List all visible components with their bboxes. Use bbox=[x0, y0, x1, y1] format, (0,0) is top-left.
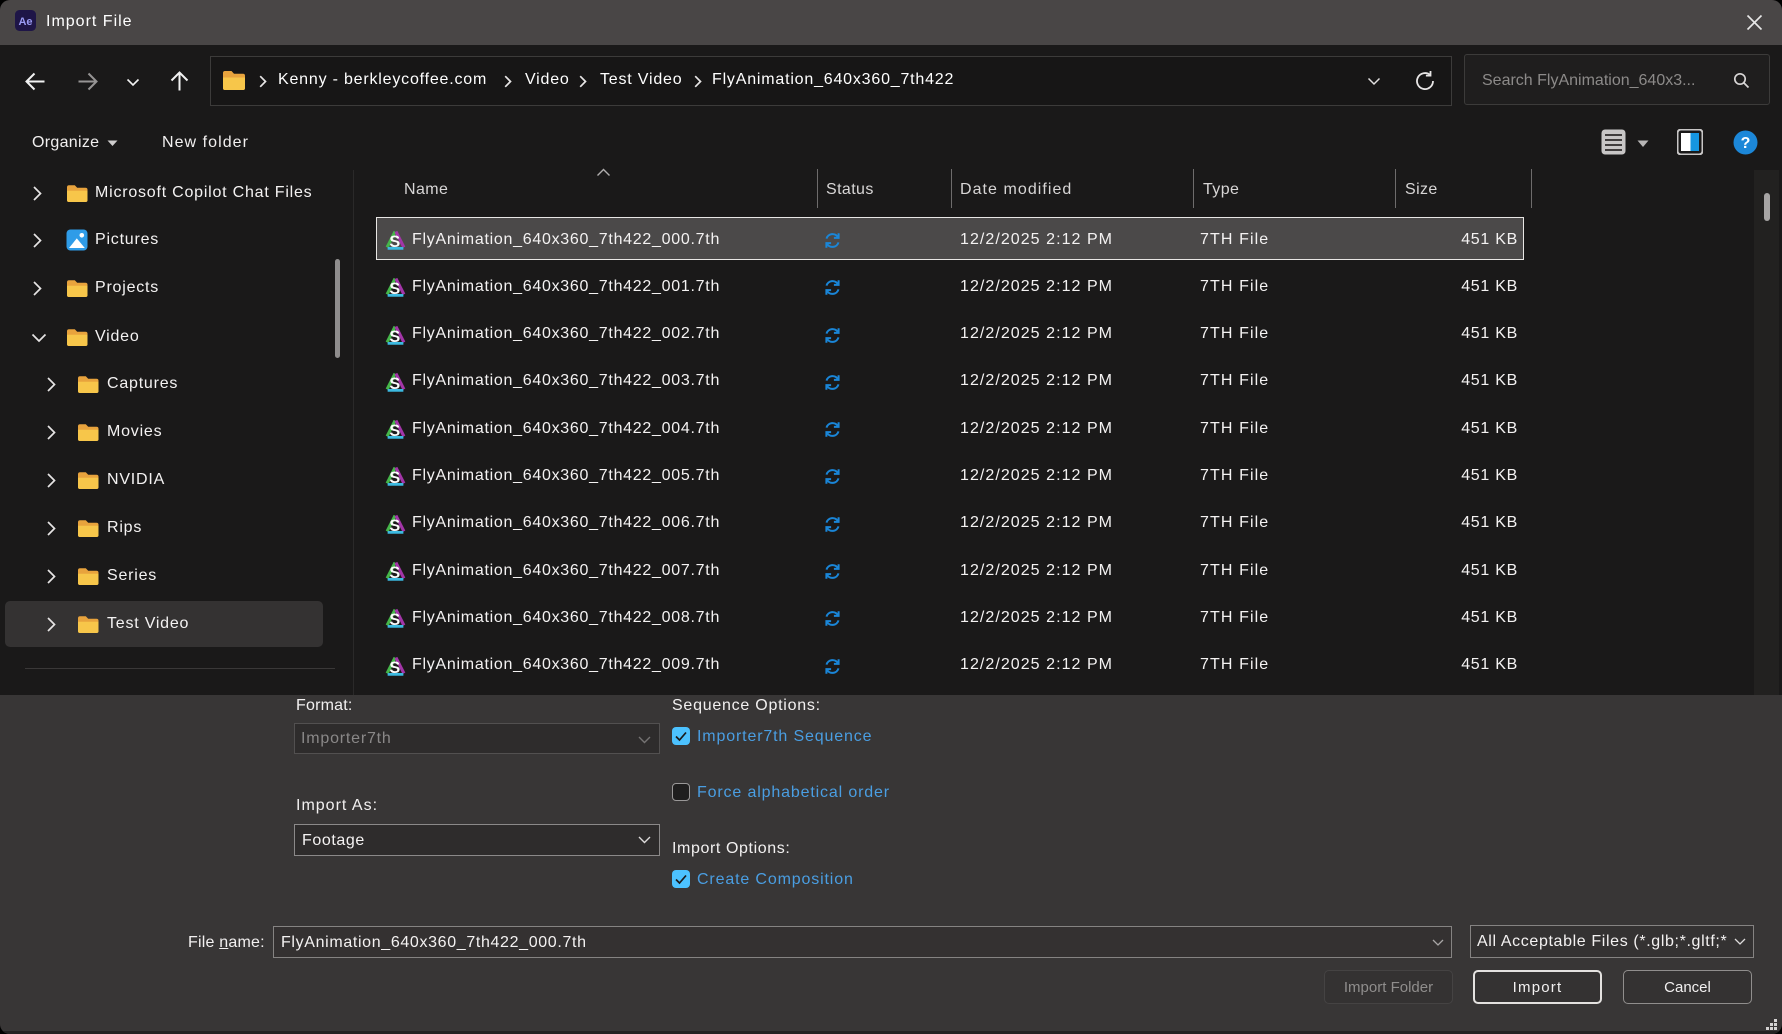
svg-text:?: ? bbox=[1741, 135, 1751, 152]
svg-text:Ae: Ae bbox=[18, 16, 32, 28]
